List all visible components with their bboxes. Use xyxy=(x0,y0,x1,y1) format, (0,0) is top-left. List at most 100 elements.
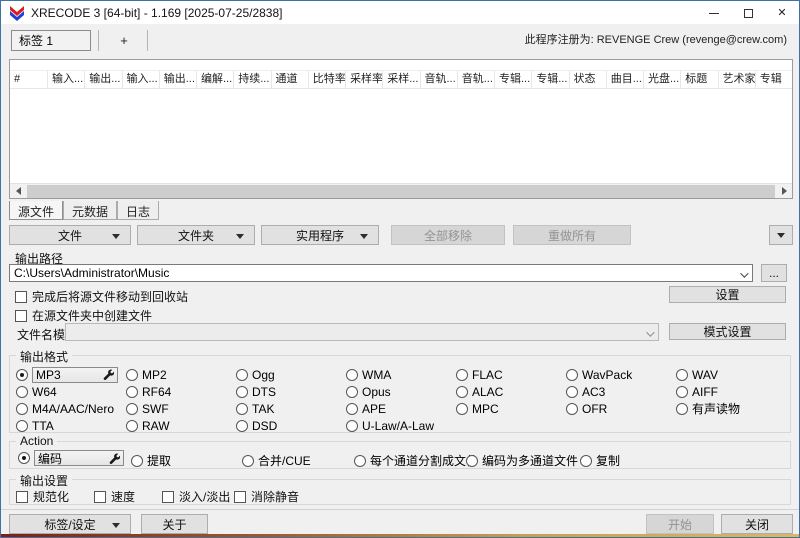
format-radio[interactable]: 有声读物 xyxy=(676,400,786,417)
desktop-edge-strip xyxy=(1,534,799,537)
output-path-combobox[interactable]: C:\Users\Administrator\Music xyxy=(9,264,753,282)
format-radio[interactable]: OFR xyxy=(566,402,676,416)
action-radio[interactable]: 复制 xyxy=(580,452,620,469)
column-header[interactable]: 采样率 xyxy=(346,71,383,88)
format-radio[interactable]: Ogg xyxy=(236,368,346,382)
format-radio[interactable]: RAW xyxy=(126,419,236,433)
format-radio[interactable]: AC3 xyxy=(566,385,676,399)
column-header[interactable]: 持续... xyxy=(234,71,271,88)
action-radio[interactable]: 提取 xyxy=(131,452,171,469)
action-radio[interactable]: 合并/CUE xyxy=(242,452,311,469)
format-radio[interactable]: WAV xyxy=(676,368,786,382)
format-radio[interactable]: Opus xyxy=(346,385,456,399)
format-radio[interactable]: AIFF xyxy=(676,385,786,399)
format-radio-mp3[interactable]: MP3 xyxy=(16,367,126,383)
scroll-left-button[interactable] xyxy=(10,184,26,199)
format-radio[interactable]: W64 xyxy=(16,385,126,399)
horizontal-scrollbar[interactable] xyxy=(10,183,792,198)
move-to-recycle-checkbox[interactable]: 完成后将源文件移动到回收站 xyxy=(15,288,188,305)
output-settings-group: 输出设置 规范化 速度 淡入/淡出 消除静音 xyxy=(9,479,791,505)
column-header[interactable]: 输入... xyxy=(48,71,85,88)
format-radio[interactable]: RF64 xyxy=(126,385,236,399)
column-header[interactable]: 专辑 xyxy=(756,71,792,88)
column-header[interactable]: 专辑... xyxy=(495,71,532,88)
format-radio[interactable]: M4A/AAC/Nero xyxy=(16,402,126,416)
column-header[interactable]: 艺术家 xyxy=(719,71,756,88)
format-radio[interactable]: WavPack xyxy=(566,368,676,382)
action-radio[interactable]: 每个通道分割成文件 xyxy=(354,452,478,469)
format-radio[interactable]: MP2 xyxy=(126,368,236,382)
format-radio[interactable]: APE xyxy=(346,402,456,416)
format-radio[interactable]: TTA xyxy=(16,419,126,433)
format-radio[interactable]: DTS xyxy=(236,385,346,399)
action-radio[interactable]: 编码为多通道文件 xyxy=(466,452,578,469)
format-radio[interactable]: SWF xyxy=(126,402,236,416)
column-header[interactable]: 比特率 xyxy=(309,71,346,88)
utilities-button-label: 实用程序 xyxy=(296,227,344,244)
format-radio[interactable]: DSD xyxy=(236,419,346,433)
normalize-checkbox[interactable]: 规范化 xyxy=(16,488,69,505)
silence-removal-checkbox[interactable]: 消除静音 xyxy=(234,488,299,505)
pattern-settings-button[interactable]: 模式设置 xyxy=(669,323,786,340)
column-header[interactable]: 输出... xyxy=(85,71,122,88)
scroll-right-button[interactable] xyxy=(776,184,792,199)
column-header[interactable]: 音轨... xyxy=(458,71,495,88)
format-label: Opus xyxy=(362,385,391,399)
folder-dropdown-button[interactable]: 文件夹 xyxy=(137,225,255,245)
fade-checkbox[interactable]: 淡入/淡出 xyxy=(162,488,230,505)
scrollbar-thumb[interactable] xyxy=(27,185,775,198)
column-header[interactable]: 输出... xyxy=(160,71,197,88)
more-options-button[interactable] xyxy=(769,225,793,245)
column-header[interactable]: 采样... xyxy=(383,71,420,88)
format-grid: MP3 MP2 Ogg WMA FLAC WavPack WAV W64 RF6… xyxy=(10,356,790,436)
file-dropdown-button[interactable]: 文件 xyxy=(9,225,131,245)
tags-presets-dropdown-button[interactable]: 标签/设定 xyxy=(9,514,131,534)
action-radio-encode[interactable]: 编码 xyxy=(18,450,124,466)
path-settings-button[interactable]: 设置 xyxy=(669,286,786,303)
format-radio[interactable]: U-Law/A-Law xyxy=(346,419,456,433)
radio-icon xyxy=(676,403,688,415)
format-label: DSD xyxy=(252,419,277,433)
column-header[interactable]: 光盘... xyxy=(644,71,681,88)
column-header[interactable]: 编解... xyxy=(197,71,234,88)
create-in-source-checkbox[interactable]: 在源文件夹中创建文件 xyxy=(15,307,152,324)
session-tab[interactable]: 标签 1 xyxy=(11,30,91,51)
wrench-icon[interactable] xyxy=(103,369,114,380)
minimize-button[interactable] xyxy=(697,1,731,25)
chevron-down-icon xyxy=(646,328,654,336)
column-header[interactable]: 专辑... xyxy=(532,71,569,88)
about-button[interactable]: 关于 xyxy=(141,514,208,534)
close-button[interactable]: ✕ xyxy=(765,1,799,25)
close-dialog-button[interactable]: 关闭 xyxy=(721,514,793,534)
column-header[interactable]: 音轨... xyxy=(421,71,458,88)
browse-button[interactable]: ... xyxy=(761,264,787,282)
format-radio[interactable]: ALAC xyxy=(456,385,566,399)
format-radio[interactable]: MPC xyxy=(456,402,566,416)
format-radio[interactable]: TAK xyxy=(236,402,346,416)
column-header[interactable]: 输入... xyxy=(123,71,160,88)
action-label: 编码 xyxy=(38,450,62,467)
format-label: DTS xyxy=(252,385,276,399)
format-radio[interactable]: WMA xyxy=(346,368,456,382)
close-icon: ✕ xyxy=(777,8,786,19)
radio-icon xyxy=(126,386,138,398)
wrench-icon[interactable] xyxy=(109,453,120,464)
arrow-left-icon xyxy=(16,187,21,195)
tab-log[interactable]: 日志 xyxy=(117,201,159,220)
add-tab-button[interactable]: + xyxy=(105,30,143,51)
radio-icon xyxy=(580,455,592,467)
utilities-dropdown-button[interactable]: 实用程序 xyxy=(261,225,379,245)
radio-icon xyxy=(566,403,578,415)
column-header[interactable]: 曲目... xyxy=(607,71,644,88)
tab-source-files[interactable]: 源文件 xyxy=(9,201,63,220)
column-header[interactable]: # xyxy=(10,71,48,88)
maximize-button[interactable] xyxy=(731,1,765,25)
format-radio[interactable]: FLAC xyxy=(456,368,566,382)
speed-checkbox[interactable]: 速度 xyxy=(94,488,135,505)
tab-metadata[interactable]: 元数据 xyxy=(63,201,117,220)
column-header[interactable]: 标题 xyxy=(681,71,718,88)
column-header[interactable]: 状态 xyxy=(570,71,607,88)
output-settings-group-label: 输出设置 xyxy=(16,472,72,489)
column-header[interactable]: 通道 xyxy=(272,71,309,88)
radio-icon xyxy=(16,386,28,398)
